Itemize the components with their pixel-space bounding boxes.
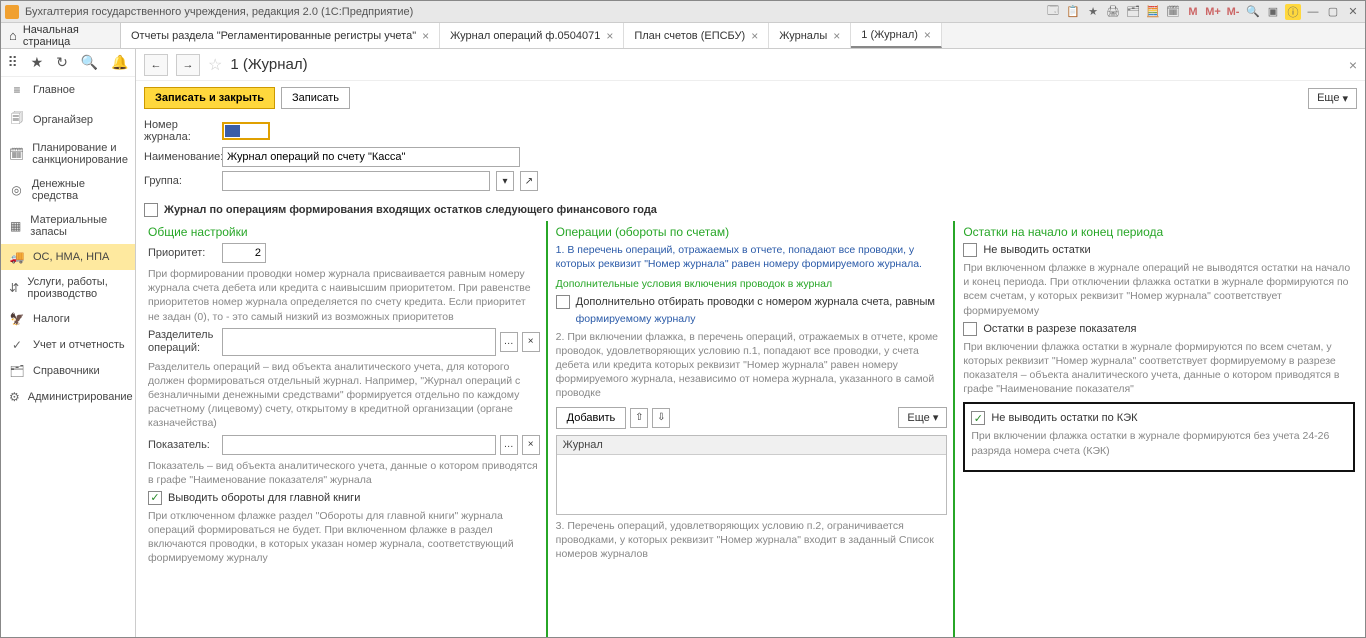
forward-button[interactable]: →: [176, 54, 200, 76]
add-button[interactable]: Добавить: [556, 407, 627, 429]
nav-admin[interactable]: ⚙Администрирование: [1, 384, 135, 410]
clear-button[interactable]: ×: [522, 435, 540, 455]
group-input[interactable]: [222, 171, 490, 191]
toolbar-icon[interactable]: 📋: [1065, 4, 1081, 20]
group-label: Группа:: [144, 175, 216, 187]
toolbar-icon[interactable]: 🗓: [1165, 4, 1181, 20]
save-close-button[interactable]: Записать и закрыть: [144, 87, 275, 109]
clear-button[interactable]: ×: [522, 332, 540, 352]
search-icon[interactable]: 🔍: [1245, 4, 1261, 20]
operations-column: Операции (обороты по счетам) 1. В перече…: [546, 221, 954, 637]
balances-by-indicator-checkbox[interactable]: [963, 322, 977, 336]
ellipsis-button[interactable]: …: [500, 332, 518, 352]
open-ref-button[interactable]: ↗: [520, 171, 538, 191]
chevron-down-icon: ▾: [1342, 92, 1348, 105]
col-title: Остатки на начало и конец периода: [963, 225, 1355, 239]
nav-materials[interactable]: ▦Материальные запасы: [1, 208, 135, 244]
dropdown-button[interactable]: ▾: [496, 171, 514, 191]
journal-list[interactable]: Журнал: [556, 435, 948, 515]
nav-services[interactable]: ⇵Услуги, работы, производство: [1, 270, 135, 306]
nav-taxes[interactable]: 🦅Налоги: [1, 306, 135, 332]
nav-organizer[interactable]: 🗐Органайзер: [1, 103, 135, 136]
chevron-down-icon: ▾: [933, 411, 939, 424]
back-button[interactable]: ←: [144, 54, 168, 76]
separator-input[interactable]: [222, 328, 496, 356]
balances-column: Остатки на начало и конец периода Не выв…: [953, 221, 1361, 637]
tab-journal-1[interactable]: 1 (Журнал)×: [851, 23, 942, 48]
sidebar: ⠿ ★ ↻ 🔍 🔔 ≡Главное 🗐Органайзер 🗓Планиров…: [1, 49, 136, 637]
no-balances-checkbox[interactable]: [963, 243, 977, 257]
m-minus-icon[interactable]: M-: [1225, 4, 1241, 20]
ellipsis-button[interactable]: …: [500, 435, 518, 455]
history-icon[interactable]: ↻: [56, 54, 68, 71]
nav-planning[interactable]: 🗓Планирование и санкционирование: [1, 136, 135, 172]
toolbar-icon[interactable]: 🧮: [1145, 4, 1161, 20]
name-label: Наименование:: [144, 151, 216, 163]
main-book-checkbox[interactable]: [148, 491, 162, 505]
incoming-balance-checkbox[interactable]: [144, 203, 158, 217]
window-title: Бухгалтерия государственного учреждения,…: [25, 6, 1045, 18]
home-icon: ⌂: [9, 28, 17, 43]
tab-journal-ops[interactable]: Журнал операций ф.0504071×: [440, 23, 624, 48]
page-title: 1 (Журнал): [230, 56, 307, 73]
close-panel-button[interactable]: ×: [1349, 57, 1357, 73]
close-icon[interactable]: ×: [606, 29, 613, 43]
m-plus-icon[interactable]: M+: [1205, 4, 1221, 20]
nav-cash[interactable]: ◎Денежные средства: [1, 172, 135, 208]
minimize-button[interactable]: —: [1305, 4, 1321, 20]
incoming-balance-label: Журнал по операциям формирования входящи…: [164, 204, 657, 216]
nav-os[interactable]: 🚚ОС, НМА, НПА: [1, 244, 135, 270]
list-more-button[interactable]: Еще▾: [898, 407, 947, 428]
close-icon[interactable]: ×: [422, 29, 429, 43]
close-window-button[interactable]: ✕: [1345, 4, 1361, 20]
favorite-icon[interactable]: ☆: [208, 55, 222, 75]
general-settings-column: Общие настройки Приоритет: При формирова…: [140, 221, 546, 637]
maximize-button[interactable]: ▢: [1325, 4, 1341, 20]
col-title: Общие настройки: [148, 225, 540, 239]
apps-icon[interactable]: ⠿: [7, 54, 17, 71]
notifications-icon[interactable]: 🔔: [111, 54, 128, 71]
forming-journal-link[interactable]: формируемому журналу: [576, 312, 948, 326]
no-kek-checkbox[interactable]: [971, 411, 985, 425]
m-icon[interactable]: M: [1185, 4, 1201, 20]
nav-main[interactable]: ≡Главное: [1, 77, 135, 103]
favorites-icon[interactable]: ★: [31, 54, 44, 71]
col-title: Операции (обороты по счетам): [556, 225, 948, 239]
tab-journals[interactable]: Журналы×: [769, 23, 851, 48]
close-icon[interactable]: ×: [833, 29, 840, 43]
journal-num-input[interactable]: [222, 122, 270, 140]
extra-filter-checkbox[interactable]: [556, 295, 570, 309]
indicator-input[interactable]: [222, 435, 496, 455]
toolbar-icon[interactable]: 🖨: [1105, 4, 1121, 20]
app-switcher-icon[interactable]: ▣: [1265, 4, 1281, 20]
info-icon[interactable]: ⓘ: [1285, 4, 1301, 20]
close-icon[interactable]: ×: [751, 29, 758, 43]
move-up-button[interactable]: ⇧: [630, 408, 648, 428]
toolbar-icon[interactable]: 🗔: [1045, 4, 1061, 20]
close-icon[interactable]: ×: [924, 28, 931, 42]
app-logo: [5, 5, 19, 19]
tab-reports[interactable]: Отчеты раздела "Регламентированные регис…: [121, 23, 440, 48]
move-down-button[interactable]: ⇩: [652, 408, 670, 428]
toolbar-icon[interactable]: ★: [1085, 4, 1101, 20]
journal-num-label: Номер журнала:: [144, 119, 216, 143]
tab-plan[interactable]: План счетов (ЕПСБУ)×: [624, 23, 769, 48]
nav-references[interactable]: 🗂Справочники: [1, 358, 135, 384]
more-button[interactable]: Еще▾: [1308, 88, 1357, 109]
name-input[interactable]: [222, 147, 520, 167]
home-tab[interactable]: ⌂ Начальная страница: [1, 23, 121, 48]
toolbar-icon[interactable]: 🗂: [1125, 4, 1141, 20]
nav-accounting[interactable]: ✓Учет и отчетность: [1, 332, 135, 358]
save-button[interactable]: Записать: [281, 87, 350, 109]
priority-input[interactable]: [222, 243, 266, 263]
search-icon[interactable]: 🔍: [81, 54, 98, 71]
